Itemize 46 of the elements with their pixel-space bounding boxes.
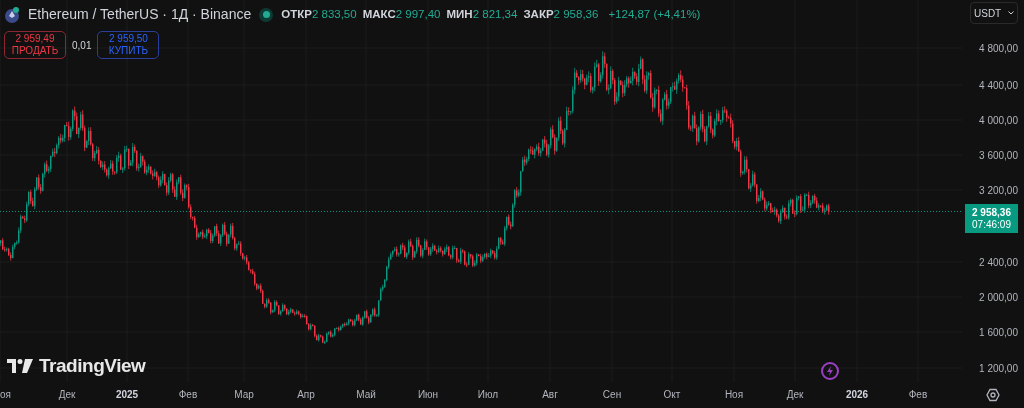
time-axis-label: 2026 bbox=[845, 388, 869, 402]
ohlc-label: ОТКР bbox=[281, 6, 312, 22]
sell-button[interactable]: 2 959,49 ПРОДАТЬ bbox=[4, 31, 66, 59]
symbol-title[interactable]: Ethereum / TetherUS · 1Д · Binance bbox=[28, 4, 252, 25]
time-axis-label: Июн bbox=[417, 388, 439, 402]
time-axis-label: оя bbox=[0, 388, 11, 402]
time-axis-label: Дек bbox=[58, 388, 76, 402]
price-axis-label: 3 200,00 bbox=[979, 183, 1018, 198]
time-axis-label: 2025 bbox=[115, 388, 139, 402]
price-axis-label: 1 600,00 bbox=[979, 325, 1018, 340]
price-axis-label: 4 400,00 bbox=[979, 78, 1018, 93]
ohlc-label: МИН bbox=[446, 6, 473, 22]
price-axis-label: 2 000,00 bbox=[979, 290, 1018, 305]
time-axis-label: Окт bbox=[663, 388, 681, 402]
price-change: +124,87 (+4,41%) bbox=[608, 6, 701, 22]
ohlc-label: МАКС bbox=[362, 6, 396, 22]
spread-value: 0,01 bbox=[72, 38, 92, 53]
chevron-down-icon bbox=[1008, 11, 1014, 15]
price-axis-label: 2 400,00 bbox=[979, 255, 1018, 270]
ohlc-value: 2 833,50 bbox=[311, 6, 357, 22]
buy-button[interactable]: 2 959,50 КУПИТЬ bbox=[97, 31, 160, 59]
price-axis-label: 4 800,00 bbox=[979, 41, 1018, 56]
lightning-icon[interactable] bbox=[821, 362, 839, 380]
time-axis-label: Дек bbox=[786, 388, 804, 402]
time-axis-label: Апр bbox=[297, 388, 315, 402]
ohlc-value: 2 997,40 bbox=[395, 6, 441, 22]
time-axis-label: Мар bbox=[234, 388, 254, 402]
time-axis-label: Июл bbox=[477, 388, 499, 402]
ohlc-value: 2 958,36 bbox=[553, 6, 599, 22]
ohlc-label: ЗАКР bbox=[523, 6, 554, 22]
time-axis-label: Сен bbox=[602, 388, 622, 402]
logo-icon bbox=[7, 359, 33, 374]
settings-icon[interactable] bbox=[986, 388, 1000, 402]
currency-select[interactable]: USDT bbox=[970, 2, 1018, 24]
price-axis-label: 3 600,00 bbox=[979, 148, 1018, 163]
time-axis-label: Ноя bbox=[724, 388, 744, 402]
price-axis-label: 1 200,00 bbox=[979, 361, 1018, 376]
time-axis-label: Фев bbox=[908, 388, 928, 402]
time-axis-label: Май bbox=[356, 388, 376, 402]
last-price-tag: 2 958,36 07:46:09 bbox=[965, 204, 1018, 233]
price-axis-label: 4 000,00 bbox=[979, 113, 1018, 128]
time-axis-label: Авг bbox=[542, 388, 558, 402]
time-axis-label: Фев bbox=[178, 388, 198, 402]
logo-text: TradingView bbox=[39, 354, 146, 378]
ethereum-coin-icon bbox=[4, 6, 20, 23]
ohlc-value: 2 821,34 bbox=[472, 6, 518, 22]
